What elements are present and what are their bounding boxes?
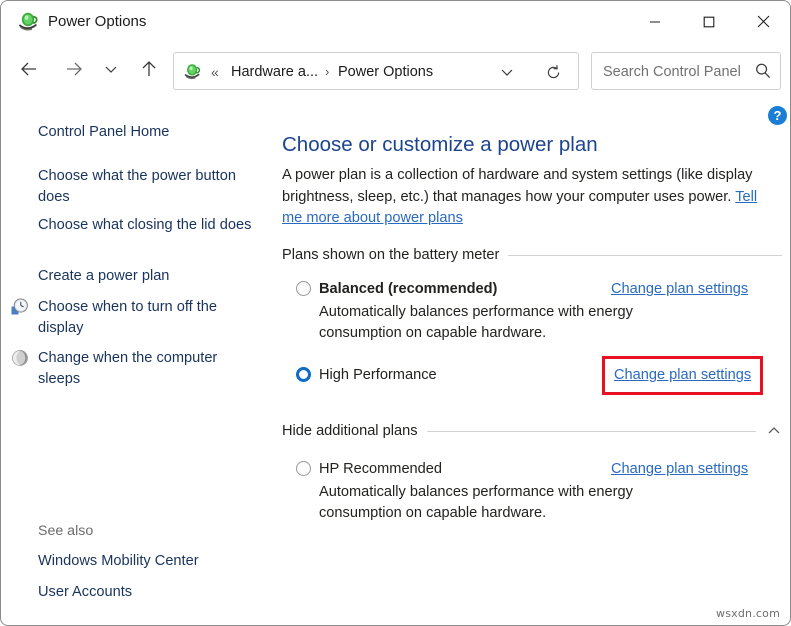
minimize-button[interactable]	[632, 1, 678, 42]
window-title: Power Options	[48, 12, 146, 32]
recent-locations-button[interactable]	[98, 51, 124, 87]
search-input[interactable]	[601, 53, 753, 91]
address-dropdown-button[interactable]	[494, 59, 520, 85]
section-battery-meter-plans: Plans shown on the battery meter	[282, 245, 782, 265]
maximize-button[interactable]	[686, 1, 732, 42]
minimize-icon	[649, 16, 661, 28]
chevron-down-icon	[499, 64, 515, 80]
up-button[interactable]	[131, 51, 167, 87]
title-bar: Power Options	[1, 1, 790, 43]
breadcrumb-separator: ›	[325, 63, 329, 81]
plan-radio-hp-recommended[interactable]	[296, 461, 311, 476]
back-button[interactable]	[11, 51, 47, 87]
forward-button[interactable]	[56, 51, 92, 87]
back-arrow-icon	[19, 59, 39, 79]
maximize-icon	[703, 16, 715, 28]
section-divider	[508, 255, 782, 256]
plan-description-balanced: Automatically balances performance with …	[319, 302, 699, 343]
refresh-button[interactable]	[540, 59, 566, 85]
main-content: Choose or customize a power plan A power…	[271, 101, 791, 626]
address-power-plug-icon	[183, 62, 203, 82]
breadcrumb-overflow-chevrons[interactable]: «	[211, 63, 219, 81]
address-bar[interactable]: « Hardware a... › Power Options	[173, 52, 579, 90]
plan-radio-balanced[interactable]	[296, 281, 311, 296]
change-plan-settings-link-high-performance[interactable]: Change plan settings	[602, 356, 763, 395]
plan-description-hp-recommended: Automatically balances performance with …	[319, 482, 699, 523]
breadcrumb-item-hardware[interactable]: Hardware a...	[231, 62, 318, 82]
page-title: Choose or customize a power plan	[282, 132, 598, 158]
watermark: wsxdn.com	[716, 607, 780, 620]
section-label: Hide additional plans	[282, 421, 427, 441]
chevron-up-icon[interactable]	[756, 423, 782, 439]
sidebar: Control Panel Home Choose what the power…	[1, 101, 271, 611]
display-clock-icon	[11, 298, 29, 316]
forward-arrow-icon	[64, 59, 84, 79]
close-icon	[757, 15, 770, 28]
plan-name-hp-recommended: HP Recommended	[319, 459, 442, 479]
change-plan-settings-link-balanced[interactable]: Change plan settings	[611, 279, 748, 299]
close-button[interactable]	[740, 1, 786, 42]
sidebar-item-user-accounts[interactable]: User Accounts	[38, 582, 253, 603]
section-additional-plans[interactable]: Hide additional plans	[282, 421, 782, 441]
sidebar-item-control-panel-home[interactable]: Control Panel Home	[38, 122, 253, 143]
breadcrumb-item-power-options[interactable]: Power Options	[338, 62, 433, 82]
power-plug-icon	[17, 10, 41, 34]
plan-name-balanced: Balanced (recommended)	[319, 279, 497, 299]
sidebar-item-closing-lid[interactable]: Choose what closing the lid does	[38, 215, 253, 236]
search-icon[interactable]	[753, 61, 773, 81]
power-options-window: Power Options	[0, 0, 791, 626]
recent-locations-chevron-icon	[104, 62, 118, 76]
plan-radio-high-performance[interactable]	[296, 367, 311, 382]
page-description: A power plan is a collection of hardware…	[282, 165, 774, 230]
see-also-label: See also	[38, 521, 93, 541]
refresh-icon	[545, 64, 562, 81]
plan-name-high-performance: High Performance	[319, 365, 437, 385]
search-box[interactable]	[591, 52, 781, 90]
sidebar-item-create-plan[interactable]: Create a power plan	[38, 266, 253, 287]
page-description-text: A power plan is a collection of hardware…	[282, 167, 752, 205]
sleep-moon-icon	[11, 349, 29, 367]
sidebar-item-power-button[interactable]: Choose what the power button does	[38, 166, 253, 207]
sidebar-item-windows-mobility-center[interactable]: Windows Mobility Center	[38, 551, 253, 572]
sidebar-item-computer-sleeps[interactable]: Change when the computer sleeps	[38, 348, 253, 389]
navigation-bar: « Hardware a... › Power Options	[1, 43, 790, 99]
sidebar-item-turn-off-display[interactable]: Choose when to turn off the display	[38, 297, 253, 338]
section-label: Plans shown on the battery meter	[282, 245, 508, 265]
change-plan-settings-link-hp-recommended[interactable]: Change plan settings	[611, 459, 748, 479]
section-divider	[427, 431, 757, 432]
up-arrow-icon	[139, 59, 159, 79]
